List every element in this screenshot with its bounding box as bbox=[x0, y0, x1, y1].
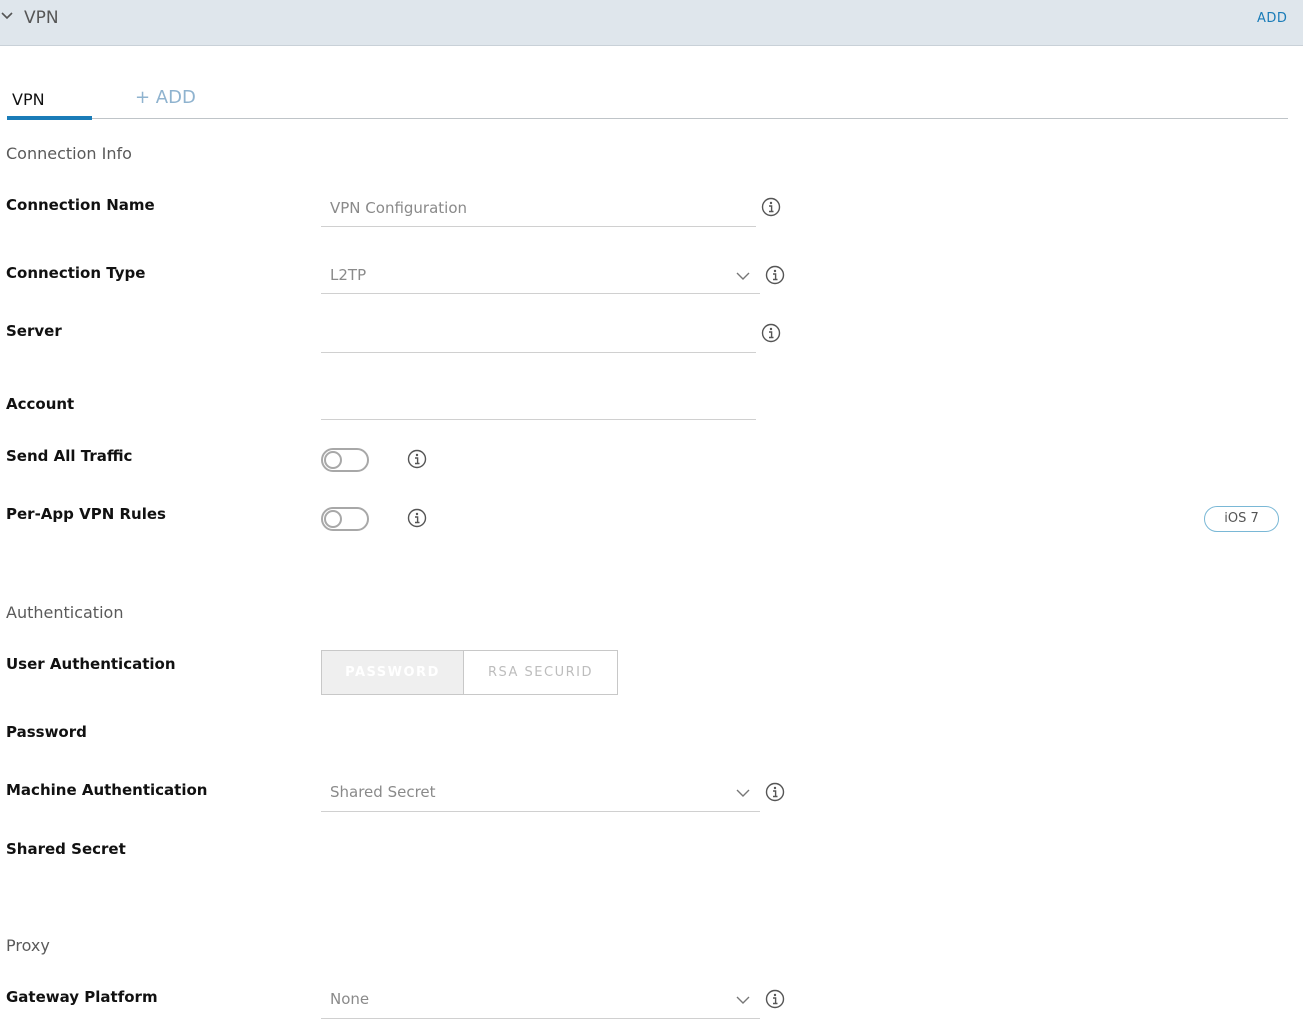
ios-version-badge: iOS 7 bbox=[1204, 506, 1279, 532]
tab-add-button[interactable]: + ADD bbox=[135, 87, 196, 108]
tab-active-indicator bbox=[7, 116, 92, 120]
account-label: Account bbox=[6, 395, 75, 413]
connection-name-label: Connection Name bbox=[6, 196, 155, 214]
section-header: VPN ADD bbox=[0, 0, 1303, 46]
chevron-down-icon[interactable] bbox=[0, 9, 14, 23]
tabs-divider bbox=[7, 118, 1288, 119]
per-app-vpn-rules-label: Per-App VPN Rules bbox=[6, 505, 166, 523]
chevron-down-icon[interactable] bbox=[736, 271, 750, 281]
chevron-down-icon[interactable] bbox=[736, 995, 750, 1005]
connection-info-heading: Connection Info bbox=[6, 144, 132, 163]
info-icon[interactable] bbox=[765, 989, 785, 1009]
password-label: Password bbox=[6, 723, 87, 741]
info-icon[interactable] bbox=[761, 323, 781, 343]
toggle-knob bbox=[324, 451, 342, 469]
info-icon[interactable] bbox=[761, 197, 781, 217]
server-underline bbox=[321, 352, 756, 353]
connection-name-input[interactable]: VPN Configuration bbox=[330, 199, 467, 217]
gateway-platform-underline bbox=[321, 1018, 760, 1019]
info-icon[interactable] bbox=[407, 449, 427, 469]
info-icon[interactable] bbox=[407, 508, 427, 528]
section-title: VPN bbox=[24, 8, 59, 28]
info-icon[interactable] bbox=[765, 782, 785, 802]
machine-authentication-select[interactable]: Shared Secret bbox=[330, 783, 436, 801]
tab-vpn[interactable]: VPN bbox=[12, 90, 45, 109]
machine-authentication-label: Machine Authentication bbox=[6, 781, 208, 799]
header-add-button[interactable]: ADD bbox=[1257, 11, 1287, 26]
proxy-heading: Proxy bbox=[6, 936, 50, 955]
account-underline bbox=[321, 419, 756, 420]
info-icon[interactable] bbox=[765, 265, 785, 285]
server-label: Server bbox=[6, 322, 62, 340]
password-option-button[interactable]: PASSWORD bbox=[322, 651, 464, 694]
send-all-traffic-toggle[interactable] bbox=[321, 448, 369, 472]
connection-name-underline bbox=[321, 226, 756, 227]
user-authentication-label: User Authentication bbox=[6, 655, 176, 673]
connection-type-underline bbox=[321, 293, 760, 294]
rsa-securid-option-button[interactable]: RSA SECURID bbox=[464, 651, 617, 694]
authentication-heading: Authentication bbox=[6, 603, 124, 622]
gateway-platform-label: Gateway Platform bbox=[6, 988, 158, 1006]
connection-type-select[interactable]: L2TP bbox=[330, 266, 366, 284]
user-authentication-segmented-control: PASSWORD RSA SECURID bbox=[321, 650, 618, 695]
per-app-vpn-rules-toggle[interactable] bbox=[321, 507, 369, 531]
machine-authentication-underline bbox=[321, 811, 760, 812]
connection-type-label: Connection Type bbox=[6, 264, 146, 282]
chevron-down-icon[interactable] bbox=[736, 788, 750, 798]
gateway-platform-select[interactable]: None bbox=[330, 990, 369, 1008]
shared-secret-label: Shared Secret bbox=[6, 840, 126, 858]
toggle-knob bbox=[324, 510, 342, 528]
send-all-traffic-label: Send All Traffic bbox=[6, 447, 133, 465]
